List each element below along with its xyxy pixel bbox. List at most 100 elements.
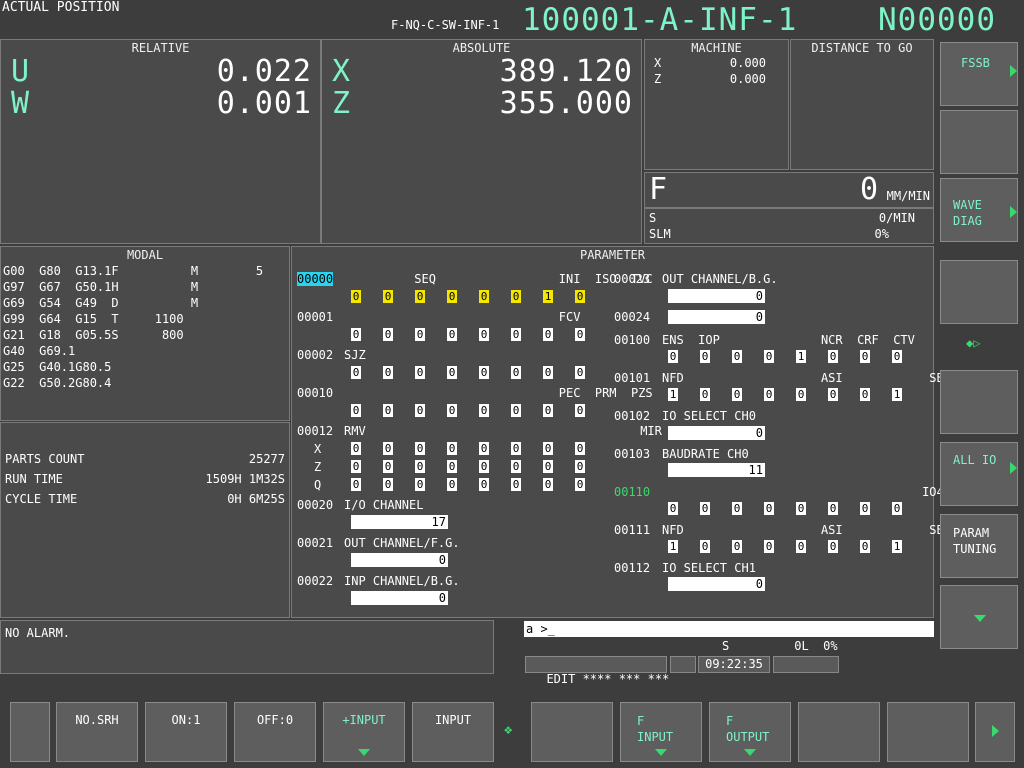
param-bit[interactable]: 0 bbox=[764, 540, 774, 553]
param-bit[interactable]: 0 bbox=[543, 478, 553, 491]
param-bit[interactable]: 0 bbox=[479, 290, 489, 303]
soft-key-next[interactable] bbox=[975, 702, 1015, 762]
param-bit[interactable]: 0 bbox=[351, 404, 361, 417]
param-bit[interactable]: 0 bbox=[764, 350, 774, 363]
soft-key-f-output[interactable]: F OUTPUT bbox=[709, 702, 791, 762]
param-bit[interactable]: 0 bbox=[415, 442, 425, 455]
param-bit[interactable]: 0 bbox=[892, 350, 902, 363]
param-bit[interactable]: 0 bbox=[511, 404, 521, 417]
param-bit[interactable]: 0 bbox=[383, 460, 393, 473]
param-bit[interactable]: 0 bbox=[575, 290, 585, 303]
param-bit[interactable]: 0 bbox=[860, 540, 870, 553]
soft-key-off-0[interactable]: OFF:0 bbox=[234, 702, 316, 762]
param-bit[interactable]: 1 bbox=[892, 388, 902, 401]
param-bit[interactable]: 0 bbox=[575, 328, 585, 341]
param-bit[interactable]: 0 bbox=[732, 540, 742, 553]
param-bit[interactable]: 0 bbox=[383, 442, 393, 455]
side-key-fssb[interactable]: FSSB bbox=[940, 42, 1018, 106]
soft-key-plus-input[interactable]: +INPUT bbox=[323, 702, 405, 762]
param-bit[interactable]: 0 bbox=[732, 502, 742, 515]
param-bit[interactable]: 0 bbox=[447, 404, 457, 417]
soft-key-return[interactable] bbox=[10, 702, 50, 762]
param-bit[interactable]: 0 bbox=[479, 328, 489, 341]
param-bit[interactable]: 0 bbox=[700, 388, 710, 401]
param-00023-no[interactable]: 00023 bbox=[614, 272, 650, 286]
param-bit[interactable]: 0 bbox=[764, 502, 774, 515]
param-bit[interactable]: 0 bbox=[764, 388, 774, 401]
param-00022-no[interactable]: 00022 bbox=[297, 574, 333, 588]
param-bit[interactable]: 0 bbox=[447, 442, 457, 455]
param-bit[interactable]: 0 bbox=[511, 442, 521, 455]
soft-key-blank[interactable] bbox=[798, 702, 880, 762]
param-bit[interactable]: 0 bbox=[415, 328, 425, 341]
param-bit[interactable]: 0 bbox=[543, 442, 553, 455]
param-bit[interactable]: 0 bbox=[511, 290, 521, 303]
param-bit[interactable]: 0 bbox=[511, 366, 521, 379]
param-bit[interactable]: 0 bbox=[511, 460, 521, 473]
param-00102-value[interactable]: 0 bbox=[668, 426, 765, 440]
param-bit[interactable]: 0 bbox=[575, 366, 585, 379]
param-00000-no[interactable]: 00000 bbox=[297, 272, 334, 286]
param-00024-value[interactable]: 0 bbox=[668, 310, 765, 324]
param-bit[interactable]: 0 bbox=[575, 478, 585, 491]
param-bit[interactable]: 0 bbox=[415, 404, 425, 417]
soft-key-blank[interactable] bbox=[887, 702, 969, 762]
param-00022-value[interactable]: 0 bbox=[351, 591, 448, 605]
param-bit[interactable]: 0 bbox=[796, 388, 806, 401]
side-key-blank[interactable] bbox=[940, 260, 1018, 324]
param-bit[interactable]: 0 bbox=[383, 290, 393, 303]
param-bit[interactable]: 0 bbox=[860, 502, 870, 515]
side-key-wave-diag[interactable]: WAVE DIAG bbox=[940, 178, 1018, 242]
param-bit[interactable]: 0 bbox=[543, 328, 553, 341]
param-00112-value[interactable]: 0 bbox=[668, 577, 765, 591]
param-bit[interactable]: 1 bbox=[668, 540, 678, 553]
param-bit[interactable]: 0 bbox=[828, 350, 838, 363]
param-bit[interactable]: 0 bbox=[447, 460, 457, 473]
param-bit[interactable]: 0 bbox=[383, 478, 393, 491]
side-key-param-tuning[interactable]: PARAM TUNING bbox=[940, 514, 1018, 578]
param-bit[interactable]: 0 bbox=[351, 366, 361, 379]
param-bit[interactable]: 0 bbox=[511, 328, 521, 341]
param-bit[interactable]: 1 bbox=[543, 290, 553, 303]
param-bit[interactable]: 0 bbox=[383, 328, 393, 341]
param-bit[interactable]: 0 bbox=[447, 366, 457, 379]
param-00103-no[interactable]: 00103 bbox=[614, 447, 650, 461]
param-00100-no[interactable]: 00100 bbox=[614, 333, 650, 347]
param-bit[interactable]: 0 bbox=[479, 404, 489, 417]
soft-key-on-1[interactable]: ON:1 bbox=[145, 702, 227, 762]
param-bit[interactable]: 1 bbox=[668, 388, 678, 401]
param-bit[interactable]: 0 bbox=[479, 442, 489, 455]
param-bit[interactable]: 0 bbox=[668, 350, 678, 363]
soft-key-f-input[interactable]: F INPUT bbox=[620, 702, 702, 762]
param-bit[interactable]: 0 bbox=[351, 290, 361, 303]
param-00010-no[interactable]: 00010 bbox=[297, 386, 333, 400]
param-bit[interactable]: 0 bbox=[796, 502, 806, 515]
param-00024-no[interactable]: 00024 bbox=[614, 310, 650, 324]
param-bit[interactable]: 0 bbox=[700, 502, 710, 515]
param-00021-value[interactable]: 0 bbox=[351, 553, 448, 567]
param-bit[interactable]: 0 bbox=[479, 366, 489, 379]
side-key-all-io[interactable]: ALL IO bbox=[940, 442, 1018, 506]
param-bit[interactable]: 0 bbox=[415, 460, 425, 473]
param-bit[interactable]: 1 bbox=[796, 350, 806, 363]
param-bit[interactable]: 0 bbox=[732, 388, 742, 401]
side-key-blank[interactable] bbox=[940, 370, 1018, 434]
param-bit[interactable]: 0 bbox=[415, 290, 425, 303]
param-00001-no[interactable]: 00001 bbox=[297, 310, 333, 324]
param-bit[interactable]: 0 bbox=[511, 478, 521, 491]
param-00101-no[interactable]: 00101 bbox=[614, 371, 650, 385]
param-bit[interactable]: 0 bbox=[479, 460, 489, 473]
param-00020-no[interactable]: 00020 bbox=[297, 498, 333, 512]
param-bit[interactable]: 0 bbox=[828, 388, 838, 401]
param-bit[interactable]: 0 bbox=[543, 366, 553, 379]
param-bit[interactable]: 0 bbox=[700, 350, 710, 363]
param-bit[interactable]: 0 bbox=[543, 460, 553, 473]
param-bit[interactable]: 0 bbox=[351, 478, 361, 491]
param-bit[interactable]: 0 bbox=[351, 328, 361, 341]
key-input-line[interactable]: a >_ bbox=[524, 621, 934, 637]
param-bit[interactable]: 0 bbox=[668, 502, 678, 515]
param-bit[interactable]: 0 bbox=[415, 366, 425, 379]
param-bit[interactable]: 0 bbox=[860, 350, 870, 363]
param-bit[interactable]: 0 bbox=[351, 460, 361, 473]
param-bit[interactable]: 0 bbox=[828, 540, 838, 553]
